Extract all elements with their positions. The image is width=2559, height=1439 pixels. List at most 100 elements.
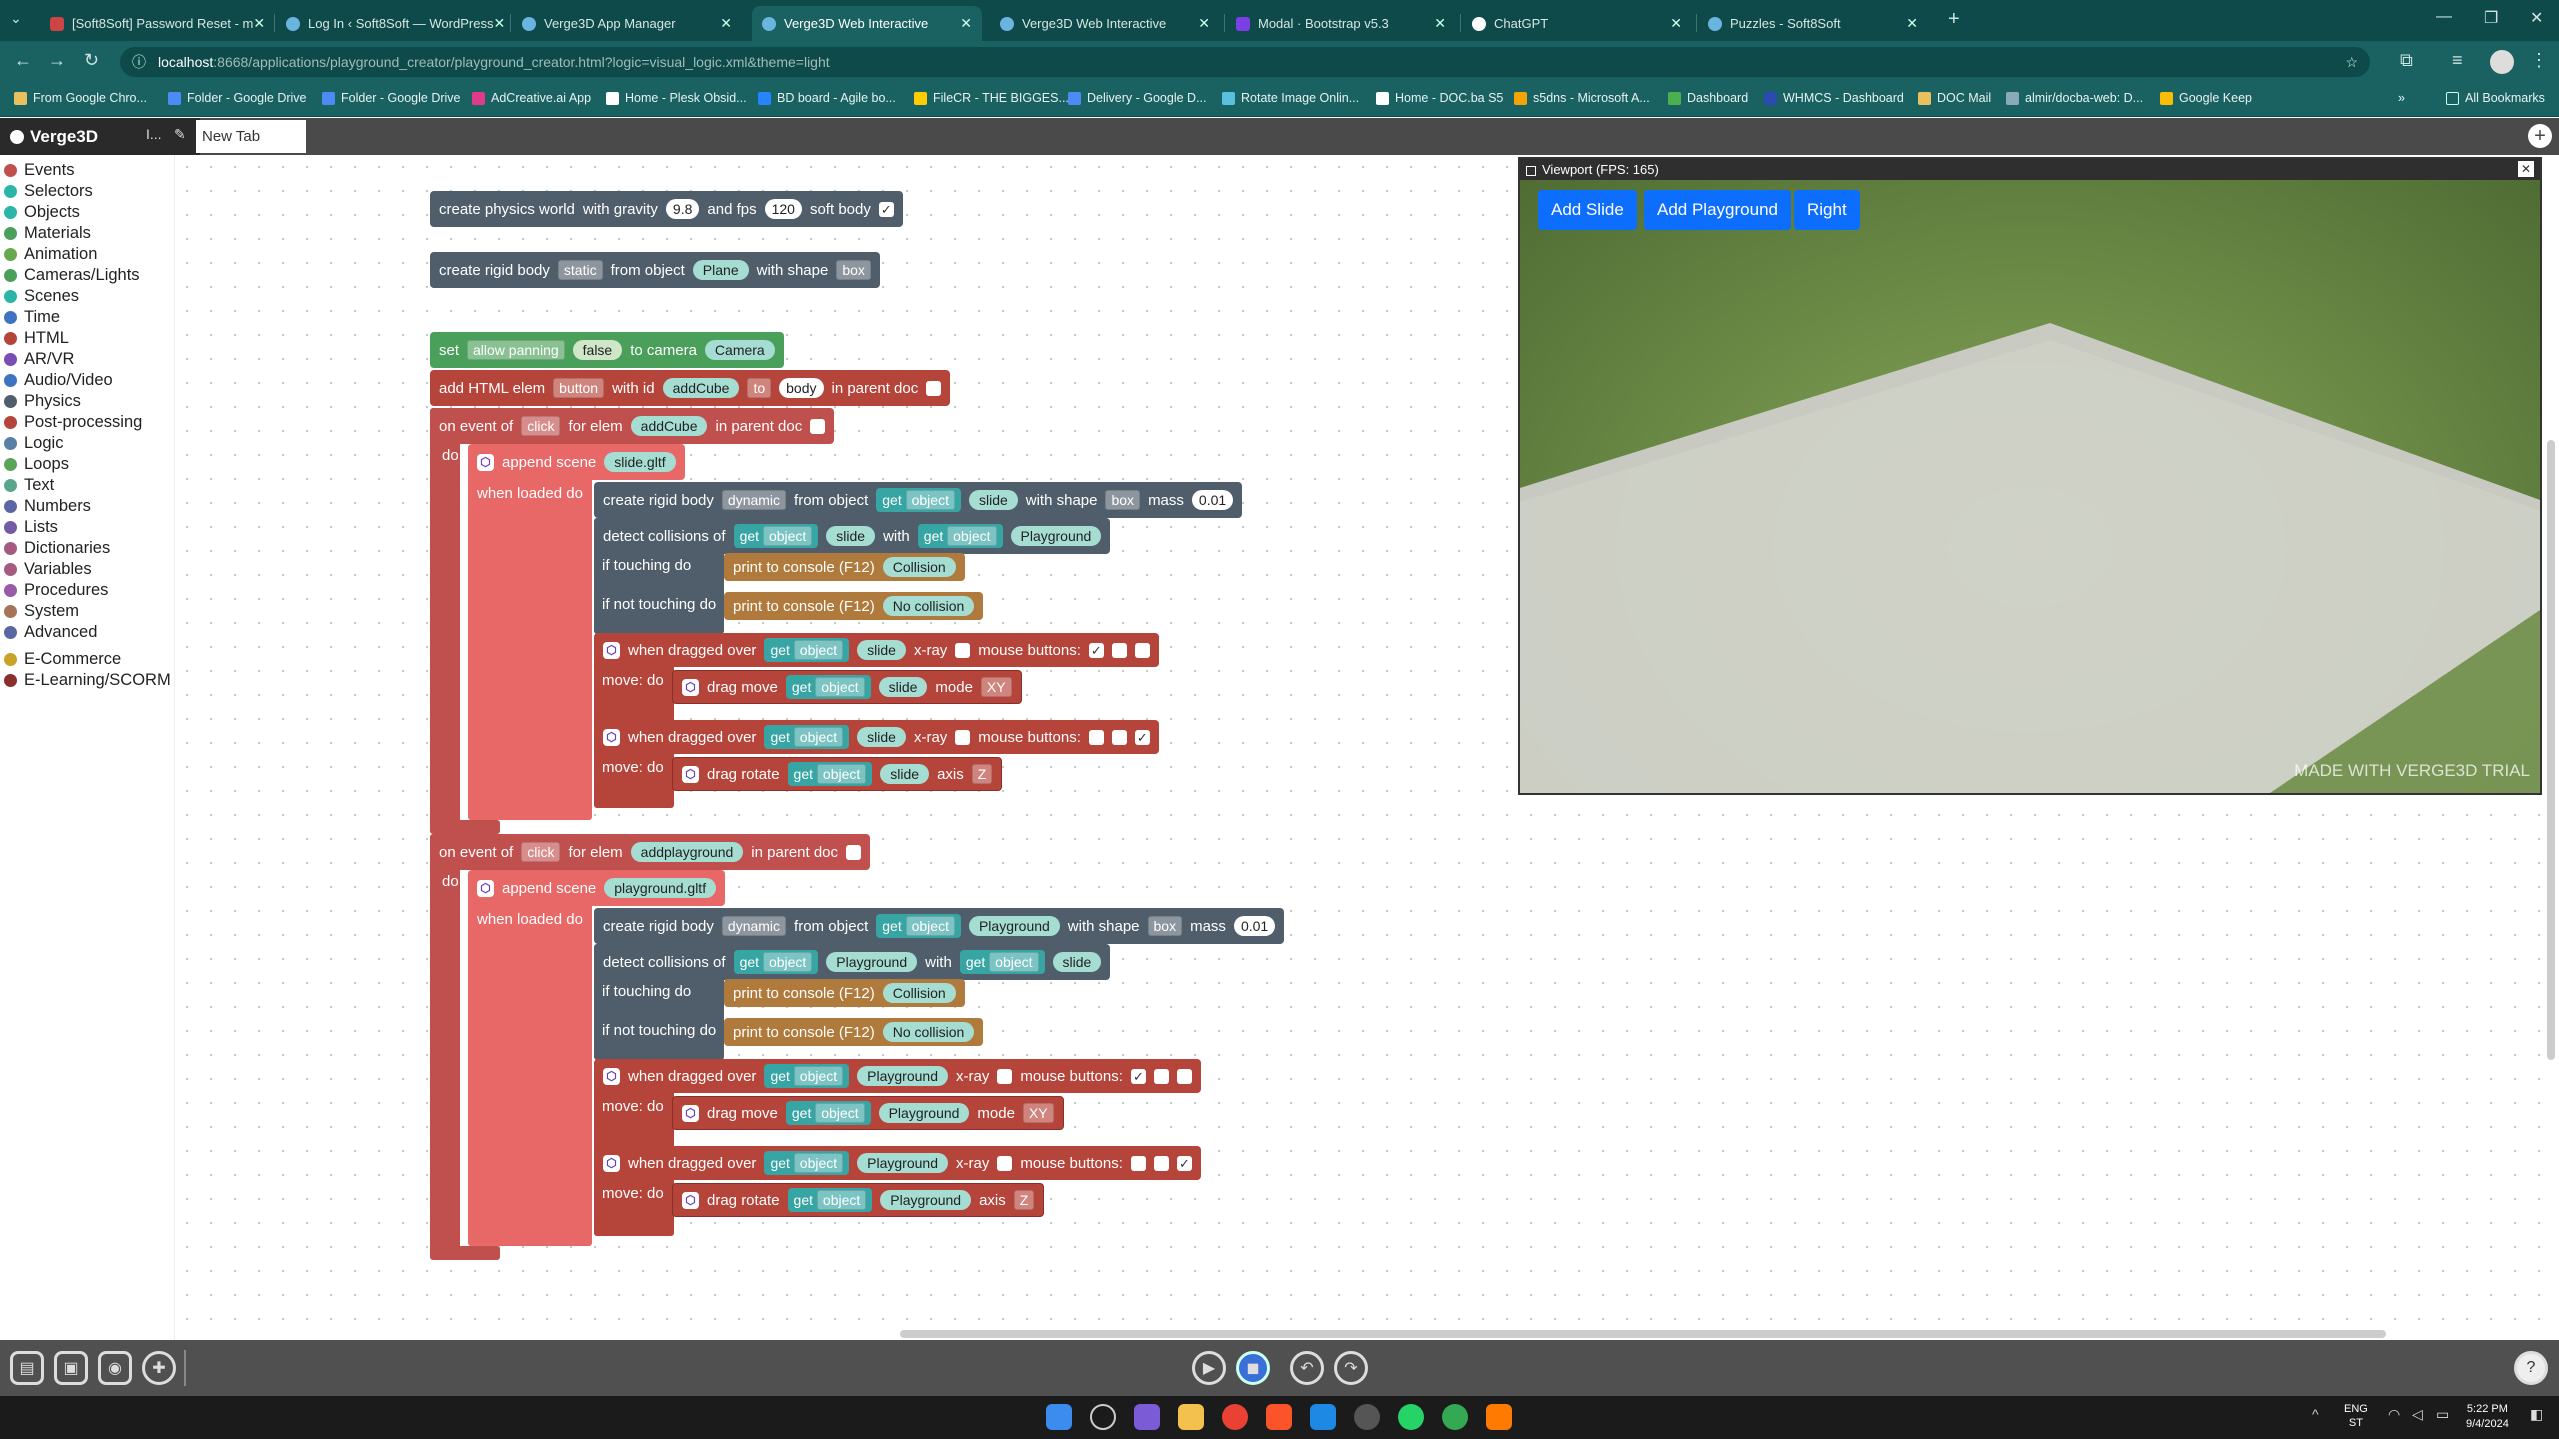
bookmark-item[interactable]: Folder - Google Drive <box>322 91 461 105</box>
toolbox-category[interactable]: AR/VR <box>4 350 74 369</box>
body-type-dropdown[interactable]: dynamic <box>721 916 787 936</box>
shape-dropdown[interactable]: box <box>1105 490 1141 510</box>
mouse-middle-checkbox[interactable] <box>1153 1068 1169 1084</box>
bookmark-item[interactable]: Rotate Image Onlin... <box>1222 91 1359 105</box>
toolbox-category[interactable]: Text <box>4 476 54 495</box>
axis-dropdown[interactable]: Z <box>971 764 993 784</box>
object-name-field[interactable]: Playground <box>1010 526 1102 546</box>
xray-checkbox[interactable] <box>997 1068 1013 1084</box>
help-icon[interactable]: ? <box>2514 1351 2548 1385</box>
close-icon[interactable]: ✕ <box>1906 15 1918 32</box>
object-name-field[interactable]: slide <box>968 490 1018 510</box>
object-name-field[interactable]: Playground <box>857 1153 948 1173</box>
toolbox-category[interactable]: System <box>4 602 79 621</box>
site-info-icon[interactable]: ⓘ <box>132 47 146 77</box>
object-name-field[interactable]: slide <box>880 764 930 784</box>
elem-id-field[interactable]: addCube <box>630 416 708 436</box>
bookmark-item[interactable]: BD board - Agile bo... <box>758 91 896 105</box>
toolbox-category[interactable]: Physics <box>4 392 81 411</box>
mouse-middle-checkbox[interactable] <box>1111 642 1127 658</box>
bookmark-item[interactable]: Home - DOC.ba S5 <box>1376 91 1503 105</box>
toolbox-category[interactable]: Variables <box>4 560 92 579</box>
object-name-field[interactable]: Playground <box>857 1066 948 1086</box>
shape-dropdown[interactable]: box <box>836 260 871 280</box>
object-name-field[interactable]: slide <box>826 526 876 546</box>
browser-tab[interactable]: Verge3D App Manager ✕ <box>512 6 742 41</box>
get-object-block[interactable]: get object <box>764 1151 850 1175</box>
mode-dropdown[interactable]: XY <box>1022 1103 1054 1123</box>
object-name-field[interactable]: Playground <box>880 1190 972 1210</box>
toolbox-category[interactable]: Procedures <box>4 581 108 600</box>
object-name-field[interactable]: Playground <box>826 952 918 972</box>
set-camera-param-block[interactable]: set allow panning false to camera Camera <box>430 332 784 368</box>
viewport-pause-icon[interactable] <box>1526 165 1536 176</box>
bookmark-item[interactable]: Delivery - Google D... <box>1068 91 1206 105</box>
on-event-block[interactable]: on event of click for elem addplayground… <box>430 834 871 870</box>
parent-field[interactable]: body <box>779 378 824 398</box>
viewport-3d-scene[interactable] <box>1520 180 2540 793</box>
toolbox-category[interactable]: E-Commerce <box>4 650 121 669</box>
scene-file-field[interactable]: slide.gltf <box>604 452 676 472</box>
workspace-scrollbar[interactable] <box>900 1330 2386 1338</box>
bookmark-item[interactable]: From Google Chro... <box>14 91 147 105</box>
toolbox-category[interactable]: Scenes <box>4 287 79 306</box>
event-type-dropdown[interactable]: click <box>521 416 561 436</box>
right-button[interactable]: Right <box>1794 190 1860 230</box>
save-run-icon[interactable]: ◼ <box>1236 1351 1270 1385</box>
settings-icon[interactable]: ✚ <box>142 1351 176 1385</box>
drag-rotate-block[interactable]: ⬡ drag rotate get object Playground axis… <box>672 1183 1045 1217</box>
toolbox-category[interactable]: Post-processing <box>4 413 142 432</box>
on-event-block[interactable]: on event of click for elem addCube in pa… <box>430 408 835 444</box>
back-icon[interactable]: ← <box>14 50 32 71</box>
when-dragged-block[interactable]: ⬡ when dragged over get object slide x-r… <box>594 633 1159 667</box>
object-name-field[interactable]: slide <box>857 727 906 747</box>
rigid-body-plane-block[interactable]: create rigid body static from object Pla… <box>430 252 880 288</box>
browser-tab[interactable]: ChatGPT ✕ <box>1462 6 1692 41</box>
media-icon[interactable]: ≡ <box>2452 50 2463 71</box>
drag-move-block[interactable]: ⬡ drag move get object Playground mode X… <box>672 1096 1064 1130</box>
body-type-dropdown[interactable]: dynamic <box>721 490 787 510</box>
object-name-field[interactable]: slide <box>878 677 928 697</box>
elem-type-dropdown[interactable]: button <box>553 378 605 398</box>
close-icon[interactable]: ✕ <box>1670 15 1682 32</box>
language-indicator[interactable]: ENG ST <box>2344 1402 2368 1430</box>
mode-dropdown[interactable]: XY <box>980 677 1012 697</box>
create-rigid-body-block[interactable]: create rigid body dynamic from object ge… <box>594 482 1243 518</box>
close-icon[interactable]: ✕ <box>960 15 972 32</box>
add-slide-button[interactable]: Add Slide <box>1538 190 1637 230</box>
browser-tab[interactable]: Verge3D Web Interactive ✕ <box>990 6 1220 41</box>
browser-tab[interactable]: Modal · Bootstrap v5.3 ✕ <box>1226 6 1456 41</box>
close-window-button[interactable]: ✕ <box>2530 8 2543 28</box>
get-object-block[interactable]: get object <box>917 524 1003 548</box>
body-type-dropdown[interactable]: static <box>557 260 603 280</box>
axis-dropdown[interactable]: Z <box>1013 1190 1035 1210</box>
physics-world-block[interactable]: create physics world with gravity 9.8 an… <box>430 191 903 227</box>
add-playground-button[interactable]: Add Playground <box>1644 190 1791 230</box>
event-type-dropdown[interactable]: click <box>521 842 561 862</box>
menu-icon[interactable]: ⋮ <box>2530 50 2548 71</box>
detect-collisions-block[interactable]: detect collisions of get object Playgrou… <box>594 944 1111 980</box>
append-scene-block[interactable]: ⬡ append scene playground.gltf <box>468 870 726 906</box>
get-object-block[interactable]: get object <box>876 914 961 938</box>
redo-icon[interactable]: ↷ <box>1334 1351 1368 1385</box>
new-tab-button[interactable]: + <box>1948 8 1960 31</box>
get-object-block[interactable]: get object <box>785 1101 871 1125</box>
close-icon[interactable]: ✕ <box>1198 15 1210 32</box>
object-field[interactable]: Plane <box>692 260 749 280</box>
all-bookmarks[interactable]: All Bookmarks <box>2446 91 2545 105</box>
get-object-block[interactable]: get object <box>787 762 873 786</box>
undo-icon[interactable]: ↶ <box>1290 1351 1324 1385</box>
xray-checkbox[interactable] <box>955 642 971 658</box>
save-icon[interactable]: ▣ <box>54 1351 88 1385</box>
bookmark-item[interactable]: Folder - Google Drive <box>168 91 307 105</box>
library-icon[interactable]: ▤ <box>10 1351 44 1385</box>
chrome-alt-icon[interactable] <box>1442 1404 1468 1430</box>
xray-checkbox[interactable] <box>955 729 971 745</box>
get-object-block[interactable]: get object <box>764 725 850 749</box>
page-scrollbar[interactable] <box>2547 440 2555 1060</box>
camera-field[interactable]: Camera <box>704 340 775 360</box>
toolbox-category[interactable]: Lists <box>4 518 58 537</box>
brave-icon[interactable] <box>1266 1404 1292 1430</box>
in-parent-checkbox[interactable] <box>810 418 826 434</box>
browser-tab[interactable]: Log In ‹ Soft8Soft — WordPress ✕ <box>276 6 506 41</box>
